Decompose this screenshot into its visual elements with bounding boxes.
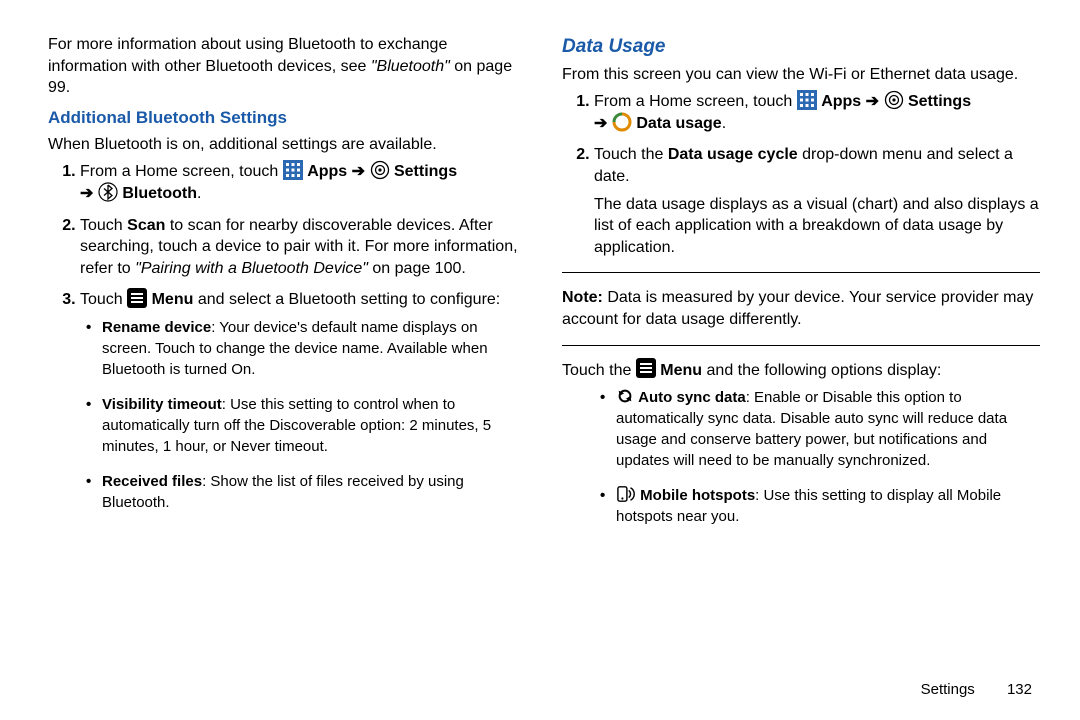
mobile-hotspot-icon (616, 485, 636, 503)
divider (562, 345, 1040, 346)
note-block: Note: Data is measured by your device. Y… (562, 287, 1040, 330)
right-column: Data Usage From this screen you can view… (544, 34, 1040, 694)
page-number: 132 (1007, 681, 1032, 698)
divider (562, 272, 1040, 273)
arrow-icon: ➔ (80, 185, 98, 202)
manual-page: For more information about using Bluetoo… (0, 0, 1080, 720)
settings-gear-icon (884, 90, 904, 110)
data-usage-icon (612, 112, 632, 132)
left-column: For more information about using Bluetoo… (48, 34, 544, 694)
apps-grid-icon (283, 160, 303, 180)
menu-icon (636, 358, 656, 378)
touch-menu-line: Touch the Menu and the following options… (562, 360, 1040, 382)
menu-icon (127, 288, 147, 308)
du-steps: From a Home screen, touch Apps ➔ Setting… (562, 91, 1040, 258)
bt-step-3: Touch Menu and select a Bluetooth settin… (80, 289, 526, 513)
page-footer: Settings 132 (921, 681, 1032, 698)
bullet-received-files: Received files: Show the list of files r… (102, 471, 526, 513)
bt-xref: "Bluetooth" (371, 58, 450, 75)
du-intro: From this screen you can view the Wi-Fi … (562, 64, 1040, 86)
label-menu: Menu (660, 362, 702, 379)
label-cycle: Data usage cycle (668, 146, 798, 163)
bluetooth-icon (98, 182, 118, 202)
settings-gear-icon (370, 160, 390, 180)
sync-icon (616, 387, 634, 405)
arrow-icon: ➔ (352, 163, 370, 180)
bt-config-list: Rename device: Your device's default nam… (80, 317, 526, 513)
bt-steps: From a Home screen, touch Apps ➔ Setting… (48, 161, 526, 513)
pairing-xref: "Pairing with a Bluetooth Device" (135, 260, 368, 277)
du-options-list: Auto sync data: Enable or Disable this o… (562, 387, 1040, 527)
bt-step-1: From a Home screen, touch Apps ➔ Setting… (80, 161, 526, 204)
bt-intro-para: For more information about using Bluetoo… (48, 34, 526, 99)
arrow-icon: ➔ (594, 115, 612, 132)
footer-section: Settings (921, 681, 975, 698)
apps-grid-icon (797, 90, 817, 110)
label-scan: Scan (127, 217, 165, 234)
bt-step-2: Touch Scan to scan for nearby discoverab… (80, 215, 526, 280)
bullet-visibility-timeout: Visibility timeout: Use this setting to … (102, 394, 526, 457)
du-chart-explain: The data usage displays as a visual (cha… (594, 194, 1040, 259)
label-settings: Settings (908, 93, 971, 110)
bullet-rename-device: Rename device: Your device's default nam… (102, 317, 526, 380)
bullet-auto-sync: Auto sync data: Enable or Disable this o… (616, 387, 1040, 471)
note-label: Note: (562, 289, 603, 306)
bullet-mobile-hotspots: Mobile hotspots: Use this setting to dis… (616, 485, 1040, 527)
label-menu: Menu (152, 291, 194, 308)
label-bluetooth: Bluetooth (122, 185, 197, 202)
heading-data-usage: Data Usage (562, 34, 1040, 60)
label-settings: Settings (394, 163, 457, 180)
bt-on-note: When Bluetooth is on, additional setting… (48, 134, 526, 156)
heading-additional-bt: Additional Bluetooth Settings (48, 107, 526, 130)
du-step-2: Touch the Data usage cycle drop-down men… (594, 144, 1040, 258)
du-step-1: From a Home screen, touch Apps ➔ Setting… (594, 91, 1040, 134)
label-data-usage: Data usage (636, 115, 721, 132)
arrow-icon: ➔ (866, 93, 884, 110)
label-apps: Apps (821, 93, 861, 110)
label-apps: Apps (307, 163, 347, 180)
